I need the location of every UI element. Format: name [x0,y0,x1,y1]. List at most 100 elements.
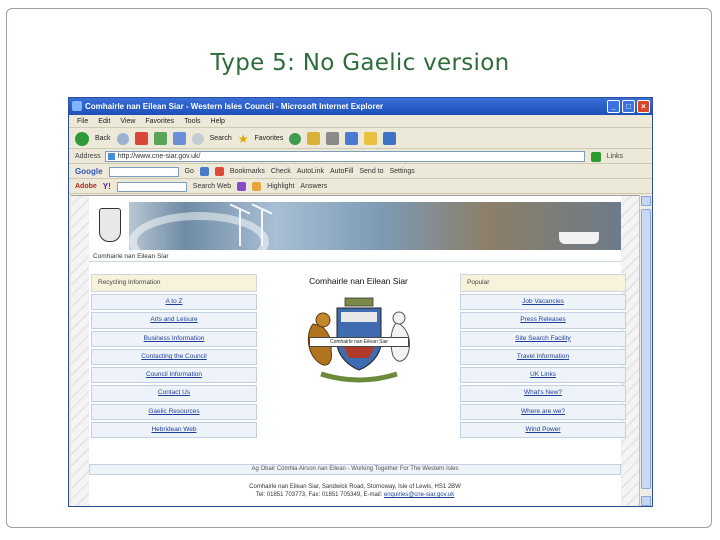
mail-icon[interactable] [237,182,247,191]
answers-button[interactable]: Answers [300,183,327,190]
google-autofill-button[interactable]: AutoFill [330,168,353,175]
footer-info: Comhairle nan Eilean Siar, Sandwick Road… [89,483,621,499]
nav-council-information[interactable]: Council Information [91,367,257,384]
footer-email-link[interactable]: enquiries@cne-siar.gov.uk [384,492,454,498]
window-titlebar: Comhairle nan Eilean Siar - Western Isle… [69,98,652,115]
messenger-icon[interactable] [383,132,397,145]
council-crest-logo[interactable] [99,208,121,242]
home-icon[interactable] [172,132,186,145]
standard-toolbar: Back Search ★ Favorites [69,129,652,149]
background-pattern-left [71,196,89,506]
nav-arts-leisure[interactable]: Arts and Leisure [91,312,257,329]
footer-bar: Ag Obair Còmhla Airson nan Eilean - Work… [89,464,621,475]
yahoo-search-button[interactable]: Search Web [193,183,231,190]
pagerank-icon[interactable] [214,167,224,176]
menu-bar: File Edit View Favorites Tools Help [69,115,652,128]
footer-address: Comhairle nan Eilean Siar, Sandwick Road… [249,484,461,490]
menu-edit[interactable]: Edit [98,115,110,127]
nav-hebridean-web[interactable]: Hebridean Web [91,422,257,439]
google-search-icon[interactable] [199,167,209,176]
google-check-button[interactable]: Check [271,168,291,175]
footer-phone-fax: Tel: 01851 703773, Fax: 01851 705349, E-… [255,492,383,498]
right-nav-header[interactable]: Popular [460,274,626,292]
menu-help[interactable]: Help [211,115,225,127]
nav-contacting-council[interactable]: Contacting the Council [91,348,257,366]
wind-turbine-icon [239,210,241,246]
print-icon[interactable] [326,132,340,145]
menu-tools[interactable]: Tools [184,115,200,127]
search-button-label[interactable]: Search [210,135,232,142]
edit-icon[interactable] [345,132,359,145]
back-button-label[interactable]: Back [95,135,111,142]
scroll-down-arrow-icon[interactable] [641,496,651,506]
highlight-button[interactable]: Highlight [267,183,294,190]
scroll-thumb[interactable] [641,209,651,489]
close-button[interactable]: × [637,100,650,113]
slide-title: Type 5: No Gaelic version [210,50,510,76]
nav-business-information[interactable]: Business Information [91,330,257,347]
menu-favorites[interactable]: Favorites [145,115,174,127]
site-banner [89,202,621,250]
logo-box [89,202,129,250]
yahoo-logo[interactable]: Y! [103,182,111,191]
right-nav: Popular Job Vacancies Press Releases Sit… [460,274,626,440]
ie-app-icon [72,101,82,111]
back-arrow-icon[interactable] [75,131,89,146]
favorites-star-icon[interactable]: ★ [238,132,249,146]
nav-a-to-z[interactable]: A to Z [91,294,257,311]
left-nav-header[interactable]: Recycling Information [91,274,257,292]
nav-gaelic-resources[interactable]: Gaelic Resources [91,403,257,421]
history-icon[interactable] [289,132,302,145]
google-toolbar: Google Go Bookmarks Check AutoLink AutoF… [69,165,652,179]
browser-window: Comhairle nan Eilean Siar - Western Isle… [68,97,653,507]
vertical-scrollbar[interactable] [639,195,651,506]
google-autolink-button[interactable]: AutoLink [297,168,324,175]
search-icon[interactable] [191,132,204,145]
adobe-logo[interactable]: Adobe [75,183,97,190]
banner-wave [129,212,269,250]
wind-turbine-icon [261,210,263,246]
favorites-button-label[interactable]: Favorites [255,135,284,142]
nav-whats-new[interactable]: What's New? [460,385,626,402]
google-sendto-button[interactable]: Send to [359,168,383,175]
left-nav: Recycling Information A to Z Arts and Le… [91,274,257,440]
nav-uk-links[interactable]: UK Links [460,367,626,384]
stop-icon[interactable] [134,132,148,145]
address-bar: Address http://www.cne-siar.gov.uk/ Link… [69,150,652,164]
mail-icon[interactable] [307,132,321,145]
folder-icon[interactable] [364,132,378,145]
address-label: Address [75,153,101,160]
nav-wind-power[interactable]: Wind Power [460,422,626,439]
center-title: Comhairle nan Eilean Siar [309,276,408,286]
arms-label: Comhairle nan Eilean Siar [309,337,409,347]
nav-where-are-we[interactable]: Where are we? [460,403,626,421]
google-bookmarks-button[interactable]: Bookmarks [230,168,265,175]
nav-contact-us[interactable]: Contact Us [91,385,257,402]
menu-file[interactable]: File [77,115,88,127]
window-title: Comhairle nan Eilean Siar - Western Isle… [85,102,384,111]
maximize-button[interactable]: □ [622,100,635,113]
forward-arrow-icon[interactable] [116,132,129,145]
refresh-icon[interactable] [153,132,167,145]
nav-travel-information[interactable]: Travel Information [460,348,626,366]
page-viewport: Comhairle nan Eilean Siar Recycling Info… [71,195,639,506]
nav-site-search[interactable]: Site Search Facility [460,330,626,347]
address-input[interactable]: http://www.cne-siar.gov.uk/ [104,151,585,162]
google-search-input[interactable] [108,166,179,177]
center-panel: Comhairle nan Eilean Siar Comhairle nan … [261,274,456,434]
google-go-button[interactable]: Go [185,168,194,175]
banner-boat [559,232,599,244]
address-value: http://www.cne-siar.gov.uk/ [117,153,201,160]
scroll-up-arrow-icon[interactable] [641,196,651,206]
breadcrumb: Comhairle nan Eilean Siar [89,252,621,262]
bookmark-icon[interactable] [252,182,262,191]
nav-press-releases[interactable]: Press Releases [460,312,626,329]
nav-job-vacancies[interactable]: Job Vacancies [460,294,626,311]
go-arrow-icon[interactable] [590,151,601,162]
menu-view[interactable]: View [120,115,135,127]
minimize-button[interactable]: _ [607,100,620,113]
google-logo: Google [75,167,103,176]
yahoo-search-input[interactable] [116,181,187,192]
google-settings-button[interactable]: Settings [390,168,415,175]
links-button[interactable]: Links [607,153,623,160]
